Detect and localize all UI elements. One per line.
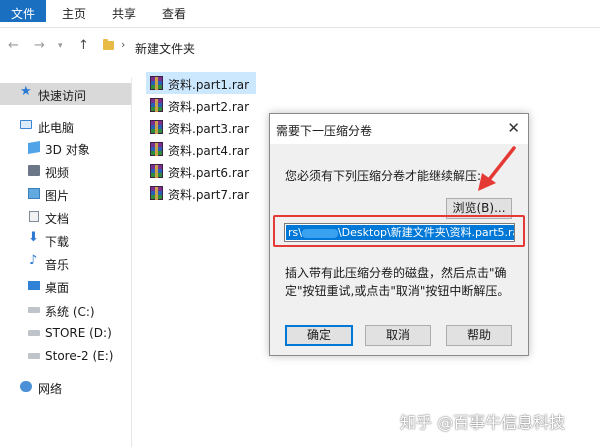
arrow-right-icon[interactable]: → (34, 38, 45, 53)
dialog-note: 插入带有此压缩分卷的磁盘，然后点击"确定"按钮重试,或点击"取消"按钮中断解压。 (285, 266, 510, 298)
sidebar-item-pictures[interactable]: 图片 (0, 183, 131, 205)
dialog-message: 您必须有下列压缩分卷才能继续解压: (285, 169, 482, 183)
breadcrumb[interactable]: 新建文件夹 (135, 40, 195, 57)
file-name: 资料.part1.rar (168, 78, 250, 92)
list-item[interactable]: 资料.part4.rar (146, 138, 256, 160)
sidebar-item-label: STORE (D:) (45, 326, 112, 340)
computer-icon (20, 120, 32, 129)
chevron-down-icon[interactable]: ▾ (58, 41, 63, 51)
arrow-left-icon[interactable]: ← (8, 38, 19, 53)
sidebar-item-label: 桌面 (45, 281, 70, 295)
ribbon: 文件 主页 共享 查看 (0, 0, 600, 28)
file-name: 资料.part4.rar (168, 144, 250, 158)
desktop-icon (28, 281, 40, 290)
sidebar-item-downloads[interactable]: ⬇ 下载 (0, 229, 131, 251)
list-item[interactable]: 资料.part6.rar (146, 160, 256, 182)
sidebar-item-label: 系统 (C:) (45, 305, 95, 319)
network-icon (20, 381, 32, 392)
sidebar-item-label: 此电脑 (38, 121, 75, 135)
sidebar-item-videos[interactable]: 视频 (0, 160, 131, 182)
sidebar-item-quick-access[interactable]: ★ 快速访问 (0, 83, 131, 105)
sidebar-item-label: 网络 (38, 382, 63, 396)
sidebar-item-label: 音乐 (45, 258, 70, 272)
sidebar-item-label: 3D 对象 (45, 143, 90, 157)
rar-archive-icon (150, 142, 163, 156)
star-icon: ★ (20, 84, 32, 99)
file-name: 资料.part3.rar (168, 122, 250, 136)
sidebar-item-drive-c[interactable]: 系统 (C:) (0, 299, 131, 321)
address-bar: ← → ▾ ↑ › 新建文件夹 (0, 32, 600, 62)
sidebar-item-network[interactable]: 网络 (0, 376, 131, 398)
sidebar-item-label: 快速访问 (38, 89, 87, 103)
download-icon: ⬇ (28, 230, 39, 245)
sidebar-item-desktop[interactable]: 桌面 (0, 275, 131, 297)
tab-file[interactable]: 文件 (0, 0, 46, 22)
drive-icon (28, 307, 40, 313)
file-name: 资料.part6.rar (168, 166, 250, 180)
sidebar-item-documents[interactable]: 文档 (0, 206, 131, 228)
rar-archive-icon (150, 76, 163, 90)
sidebar-item-label: Store-2 (E:) (45, 349, 114, 363)
sidebar-item-this-pc[interactable]: 此电脑 (0, 115, 131, 137)
rar-archive-icon (150, 186, 163, 200)
highlight-box (273, 215, 525, 247)
folder-icon (103, 39, 114, 50)
file-name: 资料.part2.rar (168, 100, 250, 114)
arrow-up-icon[interactable]: ↑ (78, 38, 89, 53)
drive-icon (28, 330, 40, 336)
red-arrow-icon (478, 146, 516, 191)
sidebar-item-drive-e[interactable]: Store-2 (E:) (0, 345, 131, 367)
documents-icon (29, 211, 39, 222)
list-item[interactable]: 资料.part2.rar (146, 94, 256, 116)
video-icon (28, 165, 40, 176)
file-name: 资料.part7.rar (168, 188, 250, 202)
list-item[interactable]: 资料.part1.rar (146, 72, 256, 94)
sidebar-item-music[interactable]: ♪ 音乐 (0, 252, 131, 274)
sidebar-item-label: 视频 (45, 166, 70, 180)
list-item[interactable]: 资料.part7.rar (146, 182, 256, 204)
sidebar-item-label: 文档 (45, 212, 70, 226)
sidebar-item-label: 下载 (45, 235, 70, 249)
3d-objects-icon (28, 140, 40, 155)
drive-icon (28, 353, 40, 359)
navigation-pane: ★ 快速访问 此电脑 3D 对象 视频 图片 文档 ⬇ 下载 ♪ 音乐 桌面 系… (0, 78, 132, 447)
pictures-icon (28, 188, 40, 199)
sidebar-item-drive-d[interactable]: STORE (D:) (0, 322, 131, 344)
dialog-titlebar[interactable]: 需要下一压缩分卷 ✕ (270, 114, 528, 144)
rar-archive-icon (150, 164, 163, 178)
sidebar-item-3d-objects[interactable]: 3D 对象 (0, 137, 131, 159)
dialog-title: 需要下一压缩分卷 (276, 124, 373, 138)
list-item[interactable]: 资料.part3.rar (146, 116, 256, 138)
tab-share[interactable]: 共享 (106, 0, 142, 28)
rar-archive-icon (150, 98, 163, 112)
help-button[interactable]: 帮助 (446, 325, 512, 346)
music-icon: ♪ (29, 253, 38, 268)
tab-view[interactable]: 查看 (156, 0, 192, 28)
rar-archive-icon (150, 120, 163, 134)
sidebar-item-label: 图片 (45, 189, 70, 203)
watermark: 知乎 @百事牛信息科技 (400, 413, 566, 432)
cancel-button[interactable]: 取消 (365, 325, 431, 346)
ok-button[interactable]: 确定 (285, 325, 353, 346)
tab-home[interactable]: 主页 (56, 0, 92, 28)
chevron-right-icon[interactable]: › (121, 38, 125, 51)
close-icon[interactable]: ✕ (507, 119, 520, 137)
